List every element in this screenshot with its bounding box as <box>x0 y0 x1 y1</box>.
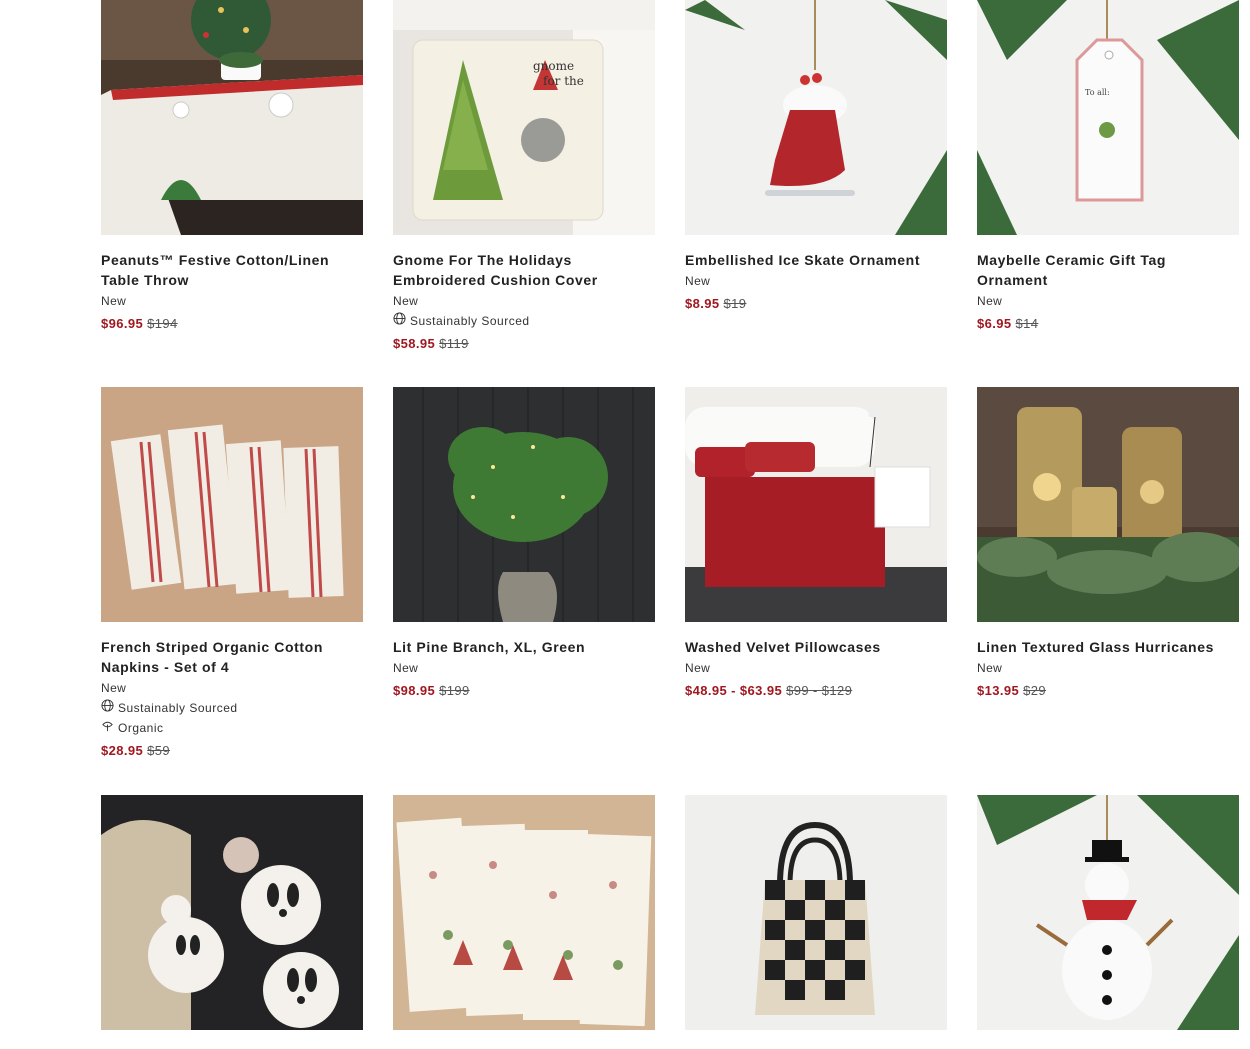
price: $13.95 $29 <box>977 682 1239 700</box>
original-price: $19 <box>723 296 747 311</box>
product-image[interactable] <box>393 795 655 1030</box>
original-price: $119 <box>439 336 469 351</box>
product-image[interactable] <box>685 387 947 622</box>
price: $48.95 - $63.95 $99 - $129 <box>685 682 947 700</box>
svg-text:for the: for the <box>543 74 584 88</box>
price: $6.95 $14 <box>977 315 1239 333</box>
product-image[interactable] <box>101 795 363 1030</box>
original-price: $14 <box>1015 316 1039 331</box>
product-image[interactable] <box>977 387 1239 622</box>
product-card[interactable] <box>685 795 947 1030</box>
product-image[interactable] <box>101 387 363 622</box>
product-card[interactable]: To all: Maybelle Ceramic Gift Tag Orname… <box>977 0 1239 333</box>
sale-price: $58.95 <box>393 336 436 351</box>
price: $98.95 $199 <box>393 682 655 700</box>
product-card[interactable] <box>393 795 655 1030</box>
leaf-icon <box>101 719 114 737</box>
organic-tag: Organic <box>101 719 363 737</box>
original-price: $194 <box>147 316 178 331</box>
original-price: $199 <box>439 683 470 698</box>
product-image[interactable] <box>977 795 1239 1030</box>
product-card[interactable]: Lit Pine Branch, XL, Green New $98.95 $19… <box>393 387 655 700</box>
original-price: $59 <box>147 743 171 758</box>
product-image[interactable] <box>685 0 947 235</box>
sale-price: $96.95 <box>101 316 144 331</box>
new-badge: New <box>977 294 1003 308</box>
product-card[interactable]: Washed Velvet Pillowcases New $48.95 - $… <box>685 387 947 700</box>
globe-icon <box>393 312 406 330</box>
product-card[interactable]: French Striped Organic Cotton Napkins - … <box>101 387 363 760</box>
original-price: $99 - $129 <box>786 683 853 698</box>
sale-price: $98.95 <box>393 683 436 698</box>
product-title[interactable]: Lit Pine Branch, XL, Green <box>393 637 655 657</box>
product-card[interactable]: Linen Textured Glass Hurricanes New $13.… <box>977 387 1239 700</box>
price: $8.95 $19 <box>685 295 947 313</box>
new-badge: New <box>393 294 419 308</box>
attribute-label: Organic <box>118 721 164 735</box>
new-badge: New <box>393 661 419 675</box>
svg-text:gnome: gnome <box>533 59 574 73</box>
sustainably-sourced-tag: Sustainably Sourced <box>393 312 655 330</box>
product-image[interactable]: To all: <box>977 0 1239 235</box>
new-badge: New <box>685 661 711 675</box>
attribute-label: Sustainably Sourced <box>118 701 238 715</box>
product-title[interactable]: French Striped Organic Cotton Napkins - … <box>101 637 363 677</box>
product-card[interactable]: gnome for the Gnome For The Holidays Emb… <box>393 0 655 353</box>
product-title[interactable]: Embellished Ice Skate Ornament <box>685 250 947 270</box>
product-title[interactable]: Peanuts™ Festive Cotton/Linen Table Thro… <box>101 250 363 290</box>
product-card[interactable] <box>101 795 363 1030</box>
product-card[interactable]: Peanuts™ Festive Cotton/Linen Table Thro… <box>101 0 363 333</box>
new-badge: New <box>101 681 127 695</box>
sale-price: $6.95 <box>977 316 1012 331</box>
price: $28.95 $59 <box>101 742 363 760</box>
product-card[interactable] <box>977 795 1239 1030</box>
sale-price: $28.95 <box>101 743 144 758</box>
svg-text:To all:: To all: <box>1085 88 1110 97</box>
sustainably-sourced-tag: Sustainably Sourced <box>101 699 363 717</box>
new-badge: New <box>101 294 127 308</box>
product-title[interactable]: Maybelle Ceramic Gift Tag Ornament <box>977 250 1239 290</box>
original-price: $29 <box>1023 683 1047 698</box>
price: $96.95 $194 <box>101 315 363 333</box>
price: $58.95 $119 <box>393 335 655 353</box>
product-title[interactable]: Linen Textured Glass Hurricanes <box>977 637 1239 657</box>
sale-price: $13.95 <box>977 683 1020 698</box>
sale-price: $48.95 - $63.95 <box>685 683 783 698</box>
new-badge: New <box>977 661 1003 675</box>
product-card[interactable]: Embellished Ice Skate Ornament New $8.95… <box>685 0 947 313</box>
attribute-label: Sustainably Sourced <box>410 314 530 328</box>
globe-icon <box>101 699 114 717</box>
product-title[interactable]: Washed Velvet Pillowcases <box>685 637 947 657</box>
sale-price: $8.95 <box>685 296 720 311</box>
product-image[interactable] <box>393 387 655 622</box>
new-badge: New <box>685 274 711 288</box>
product-image[interactable]: gnome for the <box>393 0 655 235</box>
product-title[interactable]: Gnome For The Holidays Embroidered Cushi… <box>393 250 655 290</box>
product-image[interactable] <box>685 795 947 1030</box>
product-image[interactable] <box>101 0 363 235</box>
